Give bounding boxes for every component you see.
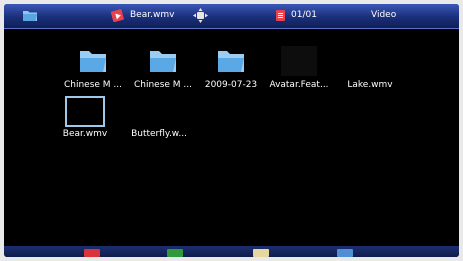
video-file-icon [111, 9, 124, 22]
item-label: Chinese M ... [133, 80, 193, 90]
item-label: Chinese M ... [63, 80, 123, 90]
red-key-button[interactable] [84, 249, 100, 257]
navigation-pad-icon [193, 8, 208, 23]
item-label: Bear.wmv [62, 129, 108, 139]
media-browser-screen: Bear.wmv 01/01 Video Chinese M ... Chine… [4, 4, 459, 257]
item-label: 2009-07-23 [204, 80, 258, 90]
blue-key-button[interactable] [337, 249, 353, 257]
top-bar: Bear.wmv 01/01 Video [4, 4, 459, 29]
selection-frame [65, 96, 105, 127]
yellow-key-button[interactable] [253, 249, 269, 257]
item-label: Butterfly.w... [131, 129, 187, 139]
page-counter: 01/01 [291, 10, 317, 20]
folder-icon [150, 51, 176, 72]
bottom-bar [4, 246, 459, 257]
folder-icon[interactable] [22, 8, 38, 22]
folder-icon [80, 51, 106, 72]
green-key-button[interactable] [167, 249, 183, 257]
item-label: Lake.wmv [347, 80, 393, 90]
current-file-name: Bear.wmv [130, 10, 175, 20]
video-thumbnail [281, 46, 317, 76]
page-icon [276, 10, 285, 21]
item-label: Avatar.Feat... [269, 80, 329, 90]
folder-icon [218, 51, 244, 72]
media-type-label: Video [371, 10, 397, 20]
